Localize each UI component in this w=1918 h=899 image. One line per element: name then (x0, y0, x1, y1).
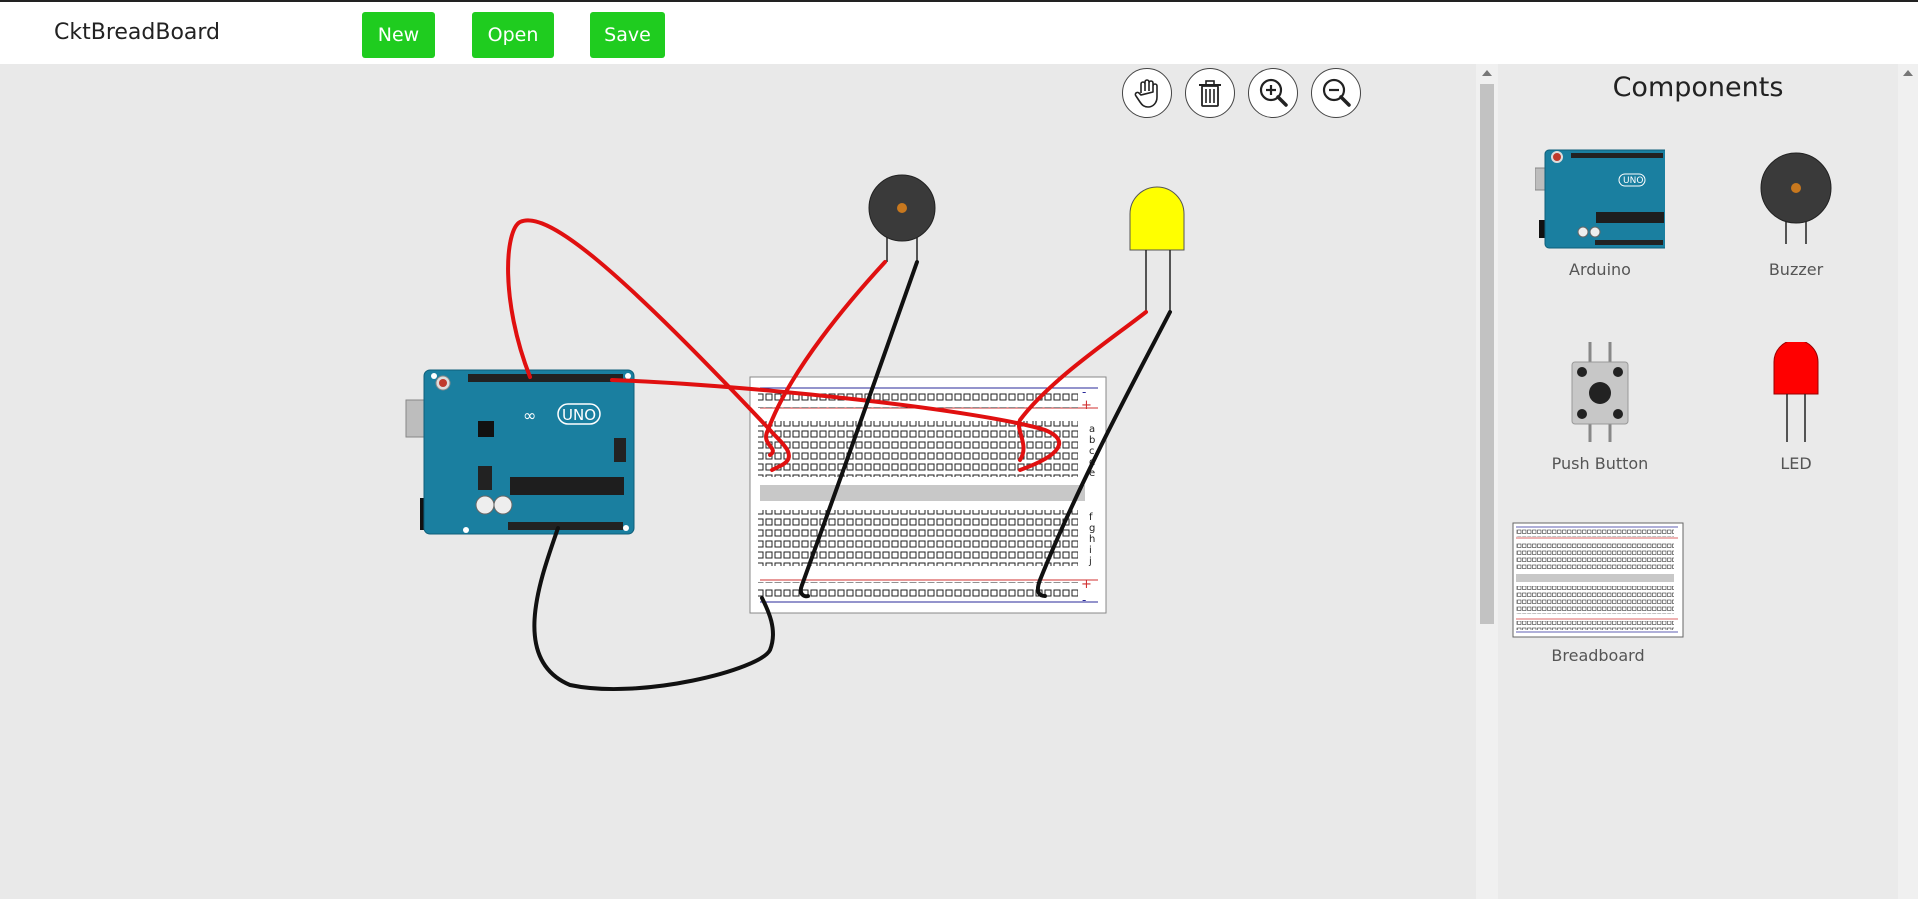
component-label-arduino: Arduino (1569, 260, 1631, 279)
component-label-led: LED (1780, 454, 1812, 473)
svg-text:j: j (1088, 556, 1092, 567)
svg-text:h: h (1089, 534, 1095, 545)
app-title: CktBreadBoard (54, 20, 221, 45)
buzzer-thumbnail-icon (1760, 152, 1832, 244)
open-button[interactable]: Open (472, 12, 554, 58)
zoom-out-button[interactable] (1311, 68, 1361, 118)
canvas-scrollbar[interactable] (1476, 64, 1498, 899)
circuit-drawing: UNO ∞ - + + - a b c d e f g h i j (405, 174, 1185, 692)
component-led[interactable]: LED (1716, 339, 1876, 473)
delete-tool-button[interactable] (1185, 68, 1235, 118)
svg-text:a: a (1089, 424, 1095, 435)
component-breadboard[interactable]: Breadboard (1508, 522, 1688, 665)
hand-icon (1134, 79, 1158, 108)
push-button-thumbnail-icon (1571, 342, 1629, 442)
svg-text:+: + (1081, 398, 1092, 413)
zoom-out-icon (1322, 78, 1351, 107)
led-component[interactable] (1129, 186, 1185, 312)
panel-scrollbar[interactable] (1898, 64, 1918, 899)
component-label-buzzer: Buzzer (1768, 260, 1824, 279)
svg-text:c: c (1089, 446, 1095, 457)
scroll-up-arrow-icon[interactable] (1482, 70, 1492, 76)
top-bar: CktBreadBoard New Open Save (0, 0, 1918, 64)
svg-text:-: - (1082, 385, 1086, 399)
component-buzzer[interactable]: Buzzer (1716, 148, 1876, 279)
svg-text:b: b (1089, 435, 1095, 446)
arduino-board[interactable]: UNO ∞ (405, 369, 635, 535)
svg-text:UNO: UNO (1623, 176, 1643, 186)
arduino-thumbnail-icon: UNO (1534, 149, 1670, 249)
scroll-thumb[interactable] (1480, 84, 1494, 624)
components-panel: Components UNO Arduino Buzzer Push Butto… (1498, 64, 1898, 899)
breadboard-thumbnail-icon (1512, 522, 1684, 638)
svg-text:-: - (1082, 593, 1086, 607)
component-label-breadboard: Breadboard (1551, 646, 1645, 665)
component-arduino[interactable]: UNO Arduino (1520, 148, 1680, 279)
zoom-in-button[interactable] (1248, 68, 1298, 118)
panel-scroll-up-arrow-icon[interactable] (1903, 70, 1913, 76)
wire-black-3 (532, 526, 775, 692)
arduino-pcb (423, 369, 635, 535)
zoom-in-icon (1259, 78, 1288, 107)
component-push-button[interactable]: Push Button (1520, 342, 1680, 473)
svg-text:f: f (1089, 512, 1093, 523)
save-button[interactable]: Save (590, 12, 665, 58)
trash-icon (1199, 80, 1221, 107)
svg-text:∞: ∞ (523, 406, 536, 425)
component-label-push-button: Push Button (1551, 454, 1649, 473)
buzzer-component[interactable] (868, 174, 936, 262)
uno-label: UNO (562, 406, 596, 424)
new-button[interactable]: New (362, 12, 435, 58)
svg-text:+: + (1081, 577, 1092, 592)
workspace-canvas[interactable]: UNO ∞ - + + - a b c d e f g h i j (0, 64, 1476, 899)
hand-tool-button[interactable] (1122, 68, 1172, 118)
svg-text:g: g (1089, 523, 1095, 534)
svg-text:i: i (1089, 545, 1092, 556)
panel-title: Components (1612, 72, 1784, 103)
led-thumbnail-icon (1773, 339, 1819, 442)
